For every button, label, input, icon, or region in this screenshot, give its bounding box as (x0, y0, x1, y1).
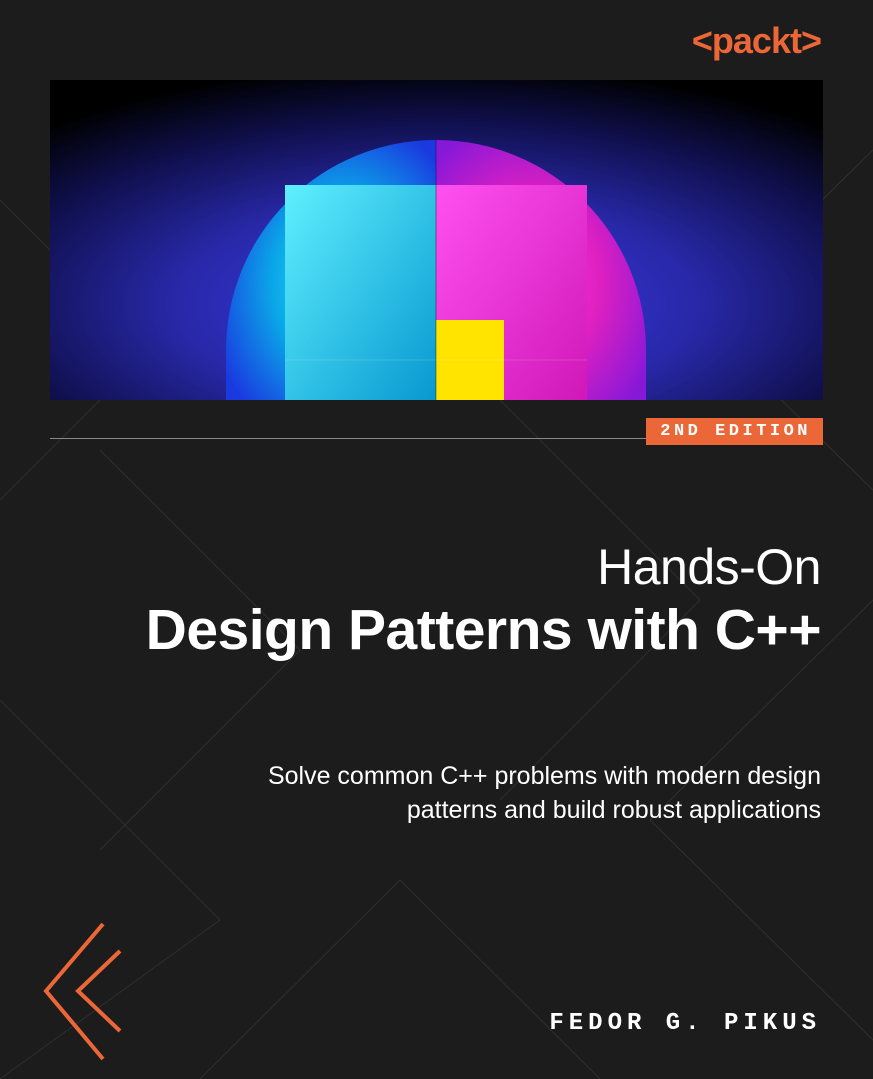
author-name: FEDOR G. PIKUS (549, 1010, 821, 1037)
edition-badge: 2ND EDITION (646, 418, 823, 445)
book-title: Hands-On Design Patterns with C++ (52, 540, 821, 662)
cover-art (50, 80, 823, 400)
title-line-2: Design Patterns with C++ (52, 599, 821, 662)
chevron-accent-icon (38, 919, 128, 1064)
book-subtitle: Solve common C++ problems with modern de… (200, 760, 821, 828)
publisher-logo: <packt> (692, 20, 821, 62)
title-line-1: Hands-On (52, 540, 821, 595)
